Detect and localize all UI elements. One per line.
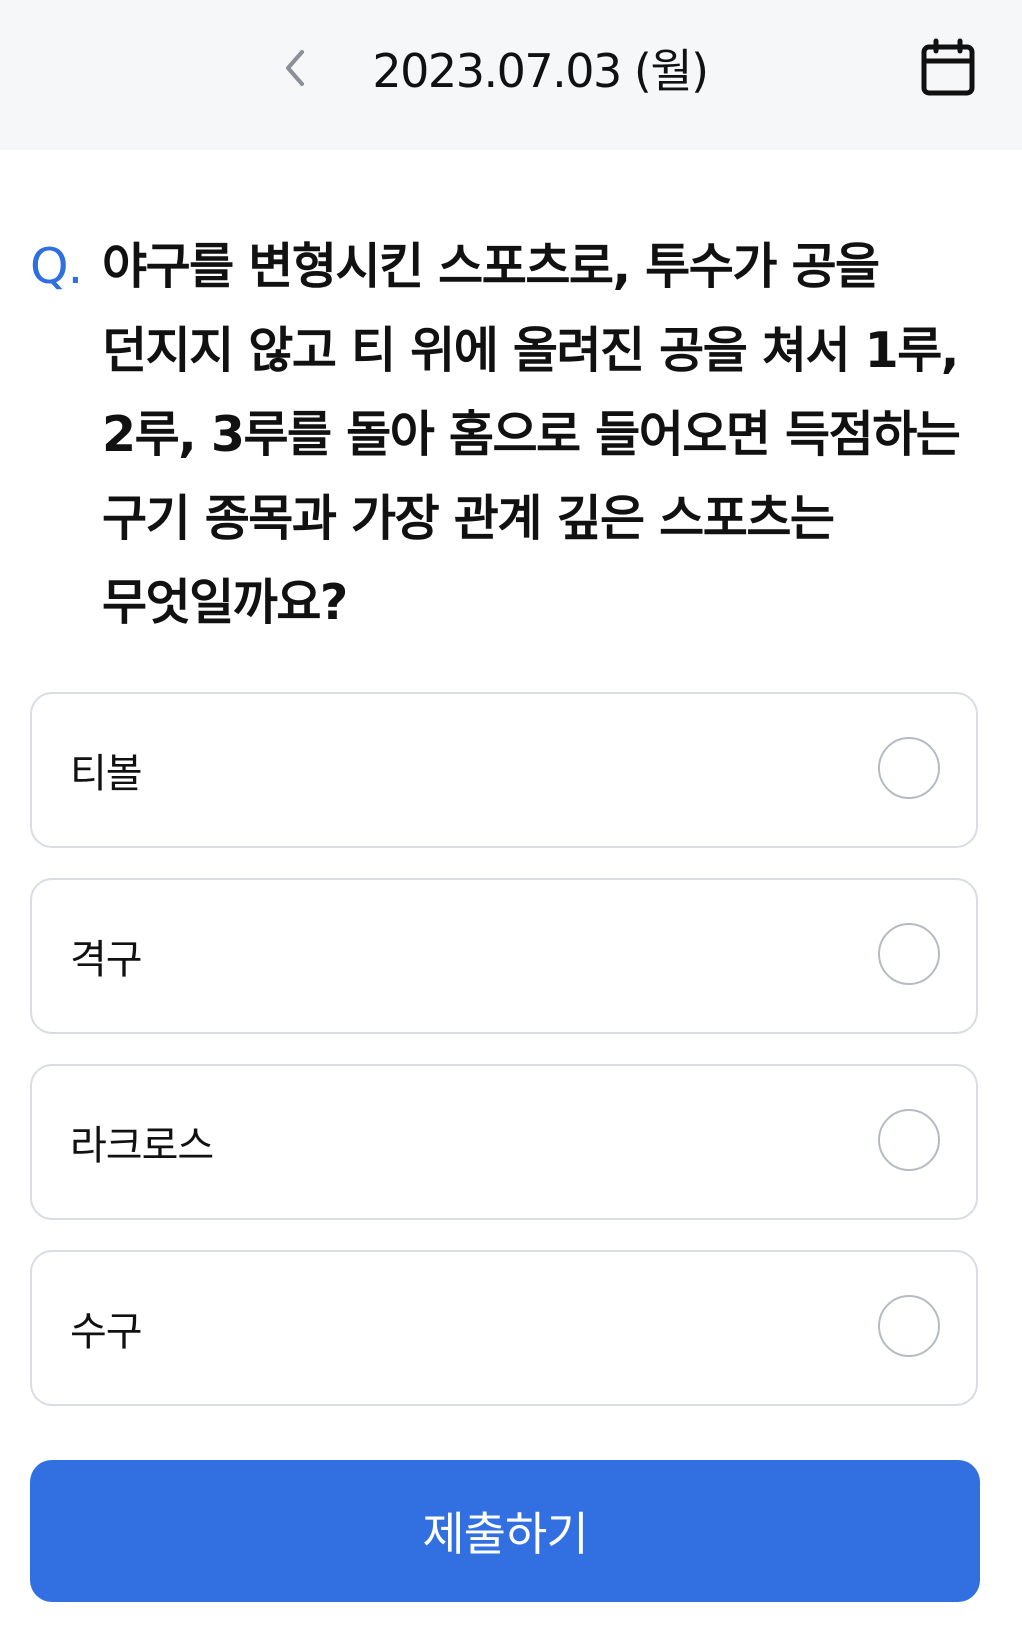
date-title: 2023.07.03 (월)	[372, 44, 709, 98]
previous-date-button[interactable]	[270, 40, 320, 96]
chevron-left-icon	[286, 50, 304, 86]
question-text: 야구를 변형시킨 스포츠로, 투수가 공을 던지지 않고 티 위에 올려진 공을…	[102, 238, 961, 631]
answer-option-3[interactable]: 라크로스	[30, 1064, 978, 1220]
answer-option-label: 격구	[70, 937, 143, 983]
calendar-icon	[921, 38, 975, 96]
calendar-button[interactable]	[913, 33, 983, 103]
submit-button[interactable]: 제출하기	[30, 1460, 980, 1602]
answer-option-label: 티볼	[70, 751, 143, 797]
radio-circle-icon[interactable]	[878, 1109, 940, 1171]
answer-option-label: 라크로스	[70, 1123, 214, 1169]
answer-option-4[interactable]: 수구	[30, 1250, 978, 1406]
radio-circle-icon[interactable]	[878, 923, 940, 985]
answer-option-2[interactable]: 격구	[30, 878, 978, 1034]
question-prefix: Q.	[30, 238, 83, 295]
radio-circle-icon[interactable]	[878, 1295, 940, 1357]
answer-option-1[interactable]: 티볼	[30, 692, 978, 848]
answer-option-label: 수구	[70, 1309, 143, 1355]
radio-circle-icon[interactable]	[878, 737, 940, 799]
top-bar: 2023.07.03 (월)	[0, 0, 1022, 150]
